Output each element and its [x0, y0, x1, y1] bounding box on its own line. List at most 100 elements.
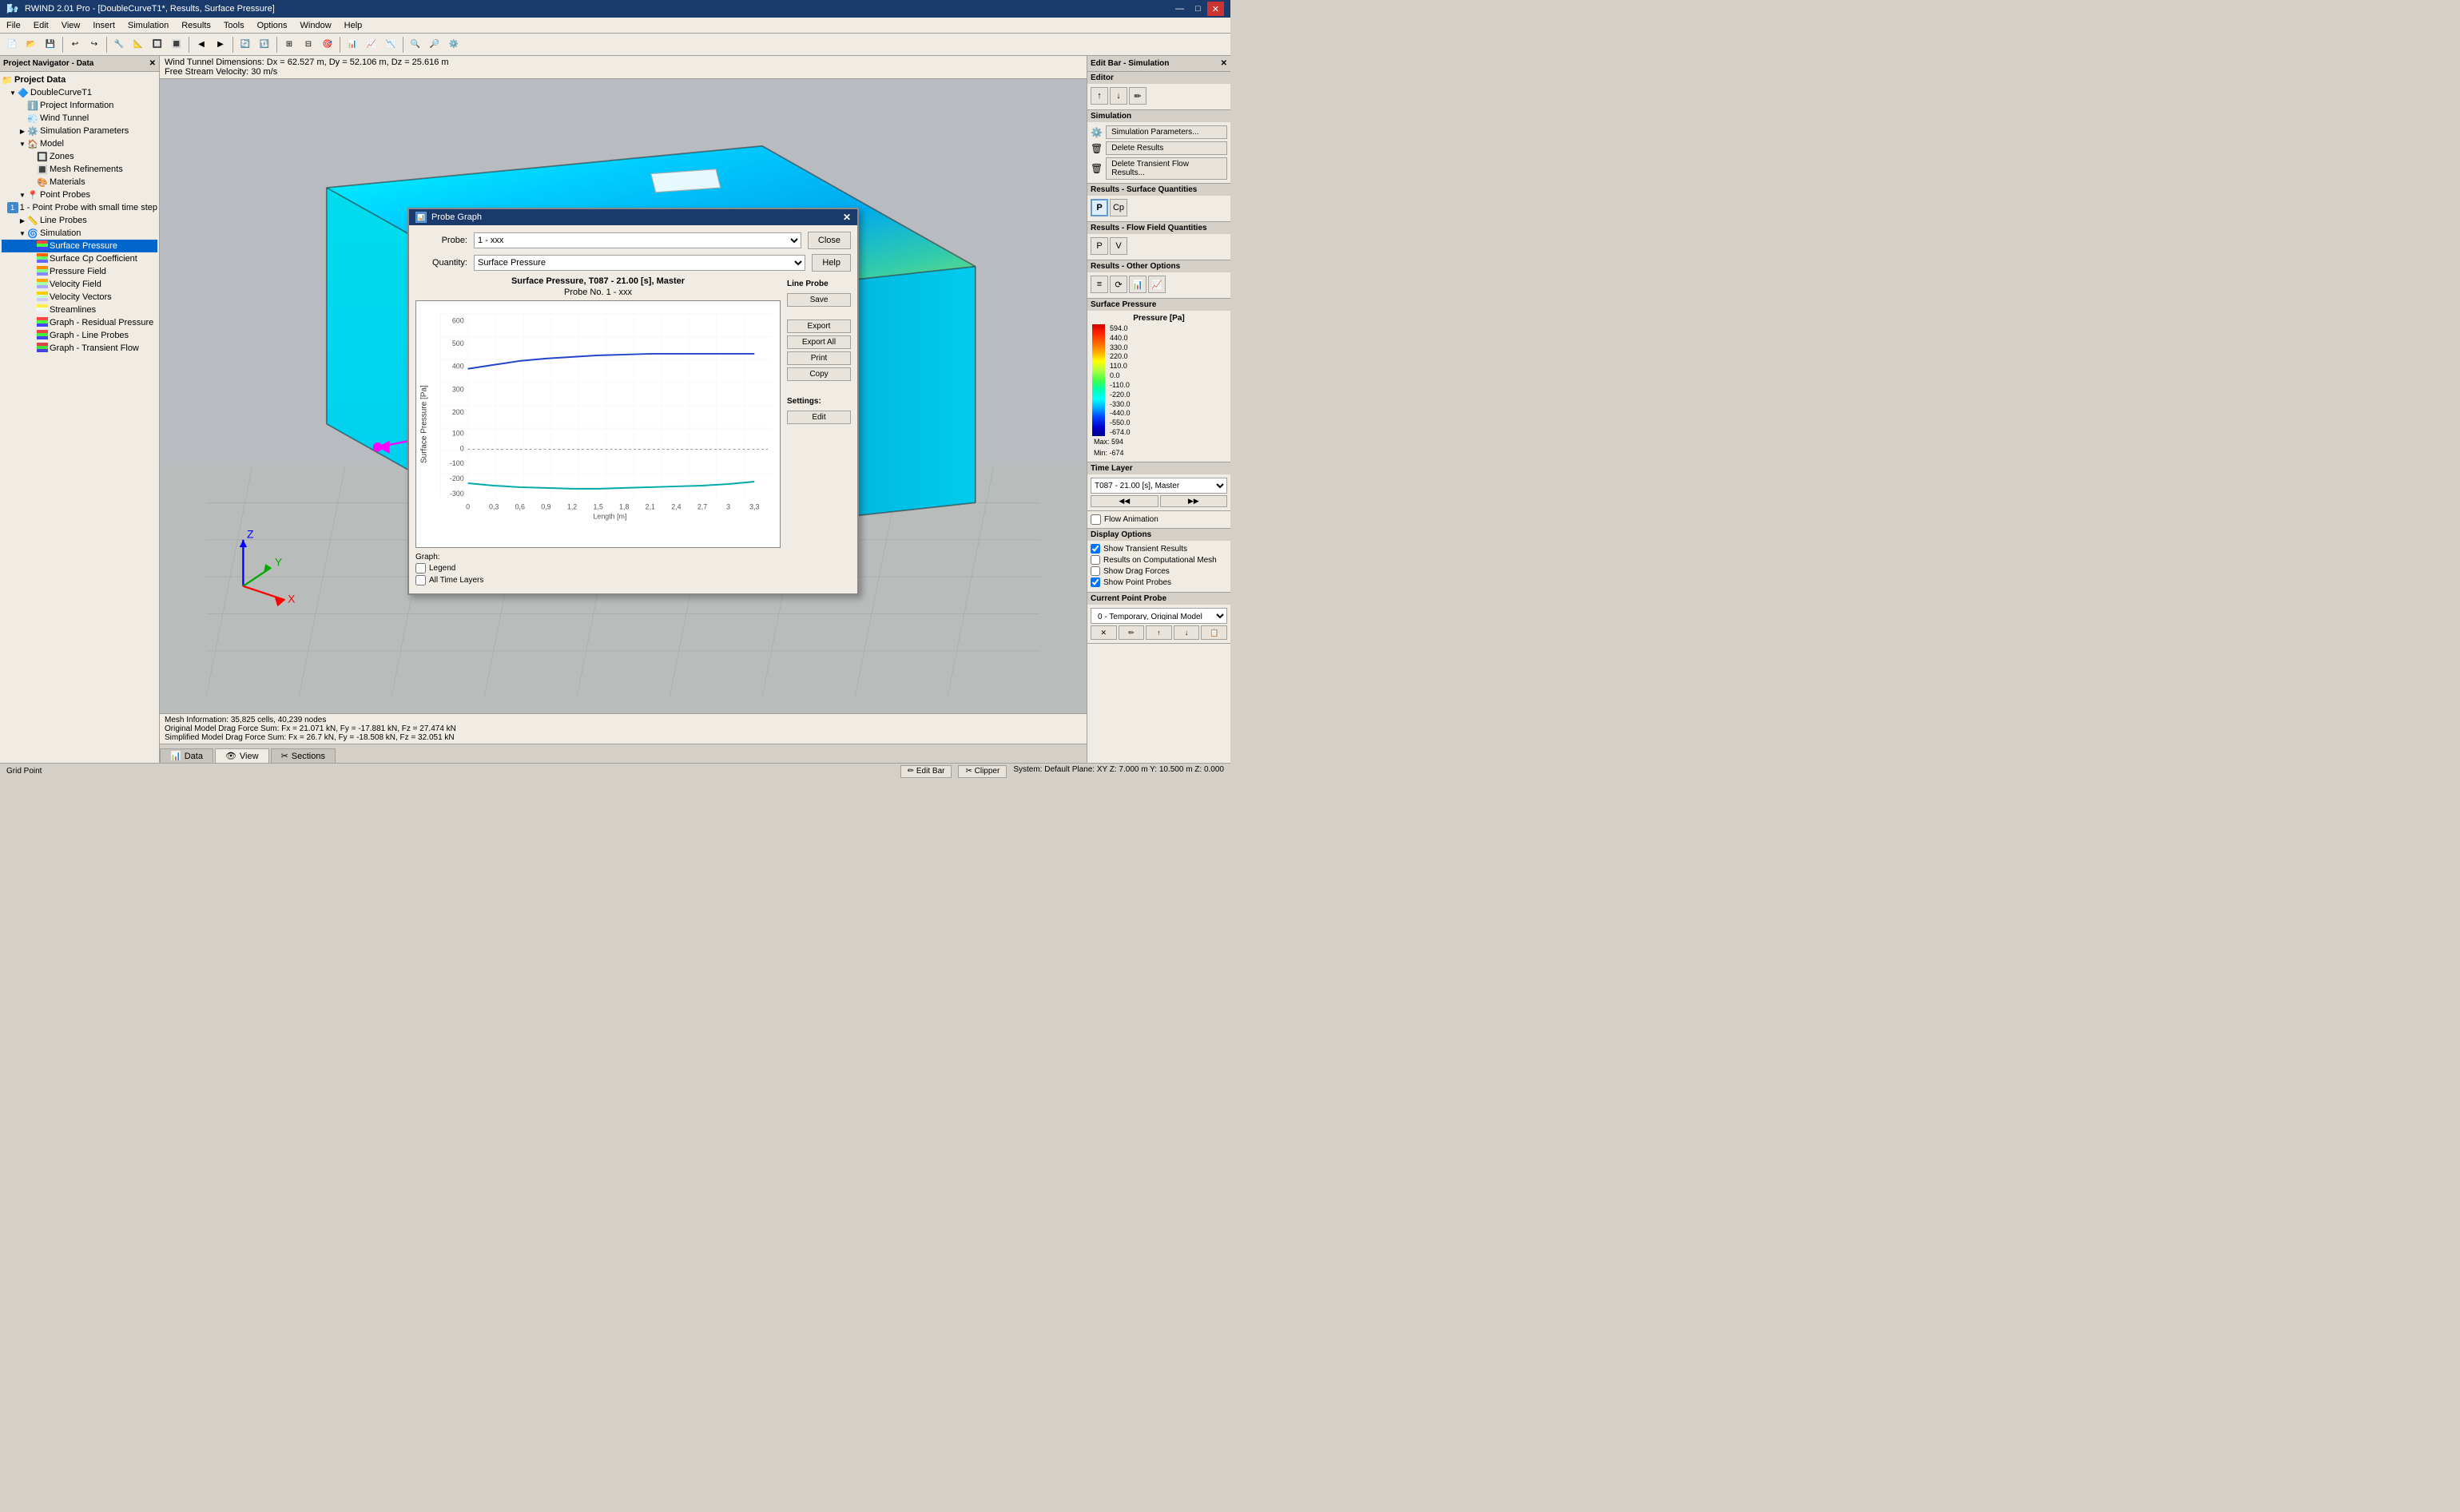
clipper-btn[interactable]: ✂ Clipper [958, 765, 1007, 778]
probe-copy-btn[interactable]: 📋 [1201, 625, 1227, 640]
current-probe-selector[interactable]: 0 - Temporary, Original Model [1091, 608, 1227, 624]
time-layer-header[interactable]: Time Layer [1087, 462, 1230, 474]
menu-window[interactable]: Window [294, 19, 338, 32]
cp-btn[interactable]: Cp [1110, 199, 1127, 216]
tree-graph-residual[interactable]: Graph - Residual Pressure [2, 316, 157, 329]
simulation-section-header[interactable]: Simulation [1087, 110, 1230, 122]
toolbar-btn-11[interactable]: ⊞ [280, 36, 298, 54]
menu-simulation[interactable]: Simulation [121, 19, 175, 32]
tree-line-probes[interactable]: ▶ 📏 Line Probes [2, 214, 157, 227]
tree-pressure-field[interactable]: Pressure Field [2, 265, 157, 278]
close-btn[interactable]: ✕ [1207, 2, 1224, 16]
export-btn[interactable]: Export [787, 319, 851, 333]
tree-graph-line-probes[interactable]: Graph - Line Probes [2, 329, 157, 342]
navigator-close[interactable]: ✕ [149, 59, 156, 68]
surface-pressure-header[interactable]: Surface Pressure [1087, 299, 1230, 311]
toolbar-btn-15[interactable]: 📈 [363, 36, 380, 54]
quantity-selector[interactable]: Surface Pressure [474, 255, 805, 271]
close-btn[interactable]: Close [808, 232, 851, 249]
toolbar-btn-6[interactable]: 🔳 [168, 36, 185, 54]
other-opt-2[interactable]: ⟳ [1110, 276, 1127, 293]
dialog-close-x-btn[interactable]: ✕ [843, 212, 851, 223]
display-options-header[interactable]: Display Options [1087, 529, 1230, 541]
menu-tools[interactable]: Tools [217, 19, 251, 32]
toolbar-btn-5[interactable]: 🔲 [149, 36, 166, 54]
copy-btn[interactable]: Copy [787, 367, 851, 381]
toolbar-btn-18[interactable]: 🔎 [426, 36, 443, 54]
edit-bar-close[interactable]: ✕ [1221, 59, 1227, 68]
other-opt-4[interactable]: 📈 [1148, 276, 1166, 293]
menu-insert[interactable]: Insert [86, 19, 121, 32]
help-btn[interactable]: Help [812, 254, 851, 272]
dialog-title-bar[interactable]: 📊 Probe Graph ✕ [409, 209, 857, 225]
toolbar-btn-17[interactable]: 🔍 [407, 36, 424, 54]
pressure-btn[interactable]: P [1091, 199, 1108, 216]
toolbar-btn-7[interactable]: ◀ [193, 36, 210, 54]
show-transient-checkbox[interactable] [1091, 544, 1100, 554]
menu-file[interactable]: File [0, 19, 27, 32]
maximize-btn[interactable]: □ [1190, 2, 1206, 16]
tree-doublecurve[interactable]: ▼ 🔷 DoubleCurveT1 [2, 86, 157, 99]
delete-transient-btn[interactable]: Delete Transient Flow Results... [1106, 157, 1227, 180]
probe-down-btn[interactable]: ↓ [1174, 625, 1200, 640]
time-nav-next[interactable]: ▶▶ [1160, 495, 1228, 507]
toolbar-btn-14[interactable]: 📊 [344, 36, 361, 54]
toolbar-save[interactable]: 💾 [42, 36, 59, 54]
probe-selector[interactable]: 1 - xxx [474, 232, 801, 248]
legend-checkbox[interactable] [415, 563, 426, 573]
toolbar-undo[interactable]: ↩ [66, 36, 84, 54]
all-time-layers-checkbox[interactable] [415, 575, 426, 585]
pressure-flow-btn[interactable]: P [1091, 237, 1108, 255]
surface-qty-header[interactable]: Results - Surface Quantities [1087, 184, 1230, 196]
flow-field-header[interactable]: Results - Flow Field Quantities [1087, 222, 1230, 234]
toolbar-btn-3[interactable]: 🔧 [110, 36, 128, 54]
editor-section-header[interactable]: Editor [1087, 72, 1230, 84]
tree-point-probes[interactable]: ▼ 📍 Point Probes [2, 189, 157, 201]
toolbar-btn-10[interactable]: 🔃 [256, 36, 273, 54]
tree-materials[interactable]: 🎨 Materials [2, 176, 157, 189]
other-opt-3[interactable]: 📊 [1129, 276, 1147, 293]
time-layer-selector[interactable]: T087 - 21.00 [s], Master [1091, 478, 1227, 494]
time-nav-prev[interactable]: ◀◀ [1091, 495, 1158, 507]
tab-data[interactable]: 📊 Data [160, 748, 213, 763]
editor-btn-2[interactable]: ↓ [1110, 87, 1127, 105]
toolbar-btn-13[interactable]: 🎯 [319, 36, 336, 54]
results-on-mesh-checkbox[interactable] [1091, 555, 1100, 565]
toolbar-new[interactable]: 📄 [3, 36, 21, 54]
probe-up-btn[interactable]: ↑ [1146, 625, 1172, 640]
tree-sim-params[interactable]: ▶ ⚙️ Simulation Parameters [2, 125, 157, 137]
other-opt-1[interactable]: ≡ [1091, 276, 1108, 293]
other-options-header[interactable]: Results - Other Options [1087, 260, 1230, 272]
save-btn[interactable]: Save [787, 293, 851, 307]
menu-help[interactable]: Help [338, 19, 369, 32]
tree-velocity-field[interactable]: Velocity Field [2, 278, 157, 291]
toolbar-btn-19[interactable]: ⚙️ [445, 36, 463, 54]
print-btn[interactable]: Print [787, 351, 851, 365]
tree-mesh-refinements[interactable]: 🔳 Mesh Refinements [2, 163, 157, 176]
editor-btn-3[interactable]: ✏ [1129, 87, 1147, 105]
current-probe-header[interactable]: Current Point Probe [1087, 593, 1230, 605]
probe-rename-btn[interactable]: ✏ [1119, 625, 1145, 640]
tree-graph-transient[interactable]: Graph - Transient Flow [2, 342, 157, 355]
minimize-btn[interactable]: — [1170, 2, 1189, 16]
show-drag-forces-checkbox[interactable] [1091, 566, 1100, 576]
tab-view[interactable]: 👁 View [215, 748, 269, 763]
velocity-flow-btn[interactable]: V [1110, 237, 1127, 255]
tree-wind-tunnel[interactable]: 💨 Wind Tunnel [2, 112, 157, 125]
edit-settings-btn[interactable]: Edit [787, 411, 851, 424]
toolbar-btn-16[interactable]: 📉 [382, 36, 399, 54]
editor-btn-1[interactable]: ↑ [1091, 87, 1108, 105]
toolbar-btn-9[interactable]: 🔄 [236, 36, 254, 54]
toolbar-btn-4[interactable]: 📐 [129, 36, 147, 54]
probe-delete-btn[interactable]: ✕ [1091, 625, 1117, 640]
edit-bar-toggle-btn[interactable]: ✏ Edit Bar [900, 765, 952, 778]
menu-edit[interactable]: Edit [27, 19, 55, 32]
tree-simulation-node[interactable]: ▼ 🌀 Simulation [2, 227, 157, 240]
delete-results-btn[interactable]: Delete Results [1106, 141, 1227, 155]
tab-sections[interactable]: ✂ Sections [271, 748, 336, 763]
flow-animation-checkbox[interactable] [1091, 514, 1101, 525]
toolbar-redo[interactable]: ↪ [85, 36, 103, 54]
sim-params-btn[interactable]: Simulation Parameters... [1106, 125, 1227, 139]
show-point-probes-checkbox[interactable] [1091, 577, 1100, 587]
toolbar-btn-12[interactable]: ⊟ [300, 36, 317, 54]
